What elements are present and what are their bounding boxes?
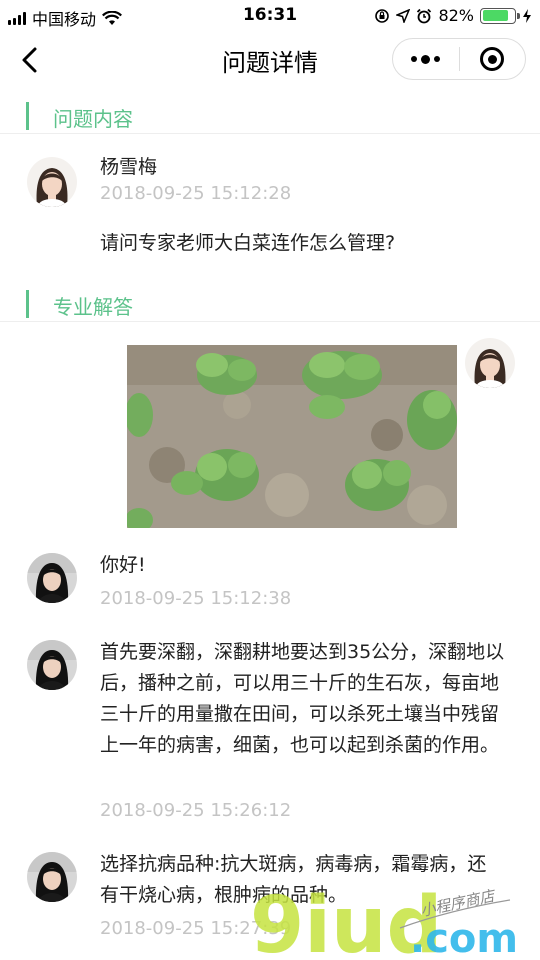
miniprogram-capsule — [392, 38, 526, 80]
question-content: 请问专家老师大白菜连作怎么管理? — [100, 232, 396, 254]
answer-timestamp-2: 2018-09-25 15:26:12 — [100, 800, 292, 821]
battery-percent: 82% — [438, 6, 474, 25]
status-right: 82% — [374, 6, 532, 25]
answer-section-title: 专业解答 — [53, 295, 133, 319]
expert-avatar[interactable] — [27, 553, 77, 603]
question-section-title: 问题内容 — [53, 107, 133, 131]
answer-message-3: 选择抗病品种:抗大斑病，病毒病，霜霉病，还有干烧心病，根肿病的品种。 — [100, 853, 487, 906]
rotation-lock-icon — [375, 8, 390, 23]
asker-name: 杨雪梅 — [100, 156, 158, 178]
charging-icon — [523, 8, 531, 23]
close-miniprogram-button[interactable] — [460, 39, 526, 79]
asker-avatar-small[interactable] — [465, 338, 515, 388]
answer-message-1: 你好! — [100, 554, 146, 576]
expert-avatar[interactable] — [27, 852, 77, 902]
expert-avatar[interactable] — [27, 640, 77, 690]
question-section-header: 问题内容 — [0, 98, 540, 134]
more-button[interactable] — [393, 39, 459, 79]
alarm-icon — [417, 8, 432, 23]
asker-avatar[interactable] — [27, 157, 77, 207]
watermark-domain-text: .com — [410, 916, 518, 960]
status-bar: 中国移动 16:31 82% — [0, 0, 540, 32]
answer-timestamp-1: 2018-09-25 15:12:38 — [100, 588, 292, 609]
answer-timestamp-3: 2018-09-25 15:27:39 — [100, 918, 292, 939]
section-accent-bar — [26, 102, 29, 130]
more-icon — [411, 54, 441, 64]
question-timestamp: 2018-09-25 15:12:28 — [100, 183, 292, 204]
answer-message-2: 首先要深翻，深翻耕地要达到35公分，深翻地以后，播种之前，可以用三十斤的生石灰，… — [100, 641, 505, 756]
location-icon — [396, 8, 411, 23]
attached-photo[interactable] — [127, 345, 457, 528]
battery-icon — [480, 7, 520, 24]
section-accent-bar — [26, 290, 29, 318]
answer-section-header: 专业解答 — [0, 286, 540, 322]
target-icon — [480, 47, 505, 71]
nav-bar: 问题详情 — [0, 32, 540, 88]
